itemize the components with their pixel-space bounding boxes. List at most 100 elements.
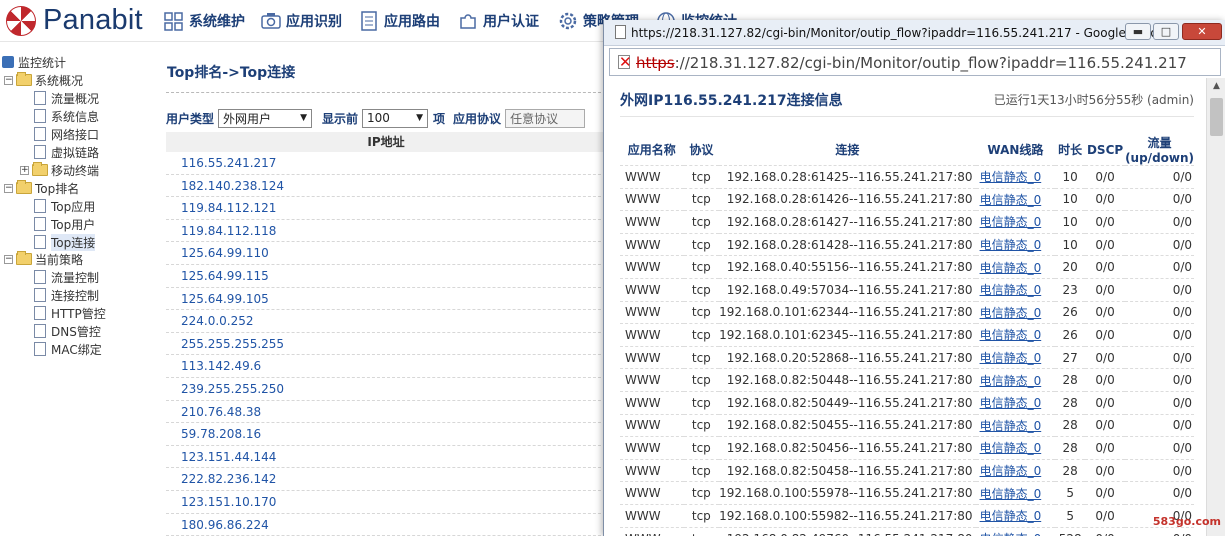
- tree-item-connection-control[interactable]: 连接控制: [34, 286, 99, 304]
- tree-item-top-users[interactable]: Top用户: [34, 215, 95, 233]
- minimize-button[interactable]: ▬: [1125, 23, 1151, 40]
- tree-label: Top排名: [35, 181, 80, 196]
- tree-group-current-policy[interactable]: − 当前策略: [4, 250, 83, 268]
- maximize-button[interactable]: □: [1153, 23, 1179, 40]
- cell-app-name: WWW: [620, 481, 684, 505]
- ip-link[interactable]: 123.151.10.170: [181, 495, 276, 509]
- tree-item-traffic-overview[interactable]: 流量概况: [34, 89, 99, 107]
- nav-system-maintenance[interactable]: 系统维护: [163, 9, 245, 33]
- nav-app-routing[interactable]: 应用路由: [358, 9, 440, 33]
- tree-label: Top用户: [51, 217, 96, 232]
- tree-root-monitoring[interactable]: 监控统计: [2, 53, 66, 71]
- item-label: 项: [433, 111, 446, 126]
- ip-link[interactable]: 239.255.255.250: [181, 382, 284, 396]
- cell-dscp: 0/0: [1085, 503, 1126, 527]
- collapse-icon[interactable]: −: [4, 254, 13, 264]
- cell-traffic: 0/0: [1125, 345, 1194, 369]
- ip-row: 222.82.236.142: [166, 468, 606, 491]
- tree-item-system-info[interactable]: 系统信息: [34, 107, 99, 125]
- insecure-x-icon: ✕: [619, 53, 632, 71]
- wan-line-link[interactable]: 电信静态_0: [975, 277, 1056, 302]
- ip-row: 123.151.10.170: [166, 491, 606, 514]
- ip-link[interactable]: 125.64.99.105: [181, 292, 269, 306]
- tree-label: DNS管控: [51, 324, 101, 339]
- ip-link[interactable]: 182.140.238.124: [181, 179, 284, 193]
- wan-line-link[interactable]: 电信静态_0: [975, 300, 1056, 324]
- tree-group-top-ranking[interactable]: − Top排名: [4, 179, 79, 197]
- collapse-icon[interactable]: −: [4, 183, 13, 193]
- vertical-scrollbar[interactable]: ▲: [1206, 78, 1225, 536]
- ip-link[interactable]: 119.84.112.118: [181, 224, 276, 238]
- nav-user-auth[interactable]: 用户认证: [457, 9, 539, 33]
- tree-group-mobile-terminal[interactable]: + 移动终端: [20, 161, 99, 179]
- show-top-select[interactable]: 100 ▼: [362, 108, 429, 128]
- wan-line-link[interactable]: 电信静态_0: [975, 345, 1056, 369]
- close-button[interactable]: ✕: [1182, 23, 1222, 40]
- ip-link[interactable]: 210.76.48.38: [181, 405, 261, 419]
- wan-line-link[interactable]: 电信静态_0: [975, 187, 1056, 211]
- protocol-input[interactable]: 任意协议: [505, 108, 586, 128]
- cell-protocol: tcp: [683, 526, 720, 536]
- cell-app-name: WWW: [620, 390, 684, 415]
- ip-row: 255.255.255.255: [166, 333, 606, 356]
- ip-link[interactable]: 222.82.236.142: [181, 472, 276, 486]
- cell-duration: 10: [1055, 210, 1086, 234]
- cell-connection: 192.168.0.49:57034--116.55.241.217:80: [719, 277, 976, 302]
- ip-link[interactable]: 180.96.86.224: [181, 518, 269, 532]
- user-type-label: 用户类型: [166, 111, 215, 126]
- tree-item-top-apps[interactable]: Top应用: [34, 197, 95, 215]
- wan-line-link[interactable]: 电信静态_0: [975, 390, 1056, 415]
- expand-icon[interactable]: +: [20, 165, 29, 175]
- scrollbar-thumb[interactable]: [1210, 98, 1223, 136]
- cell-app-name: WWW: [620, 345, 684, 369]
- nav-app-identification[interactable]: 应用识别: [260, 9, 342, 33]
- panabit-logo[interactable]: Panabit: [6, 4, 143, 37]
- tree-item-dns-control[interactable]: DNS管控: [34, 322, 101, 340]
- table-row: WWW tcp 192.168.0.20:52868--116.55.241.217…: [620, 345, 1194, 369]
- ip-link[interactable]: 116.55.241.217: [181, 156, 276, 170]
- tree-item-mac-binding[interactable]: MAC绑定: [34, 340, 102, 358]
- cell-protocol: tcp: [683, 277, 720, 302]
- ip-link[interactable]: 119.84.112.121: [181, 201, 276, 215]
- ip-link[interactable]: 113.142.49.6: [181, 359, 261, 373]
- cell-protocol: tcp: [683, 187, 720, 211]
- wan-line-link[interactable]: 电信静态_0: [975, 526, 1056, 536]
- wan-line-link[interactable]: 电信静态_0: [975, 323, 1056, 347]
- cell-connection: 192.168.0.28:61428--116.55.241.217:80: [719, 232, 976, 256]
- wan-line-link[interactable]: 电信静态_0: [975, 503, 1056, 527]
- ip-link[interactable]: 125.64.99.115: [181, 269, 269, 283]
- tree-item-virtual-link[interactable]: 虚拟链路: [34, 143, 99, 161]
- ip-row: 125.64.99.110: [166, 242, 606, 265]
- window-title: https://218.31.127.82/cgi-bin/Monitor/ou…: [631, 26, 1169, 40]
- address-bar[interactable]: ✕ https://218.31.127.82/cgi-bin/Monitor/…: [609, 48, 1221, 76]
- input-value: 任意协议: [510, 111, 559, 126]
- ip-link[interactable]: 224.0.0.252: [181, 314, 254, 328]
- collapse-icon[interactable]: −: [4, 75, 13, 85]
- tree-item-http-control[interactable]: HTTP管控: [34, 304, 106, 322]
- nav-label: 应用路由: [384, 14, 440, 30]
- tree-item-top-connections[interactable]: Top连接: [34, 233, 96, 251]
- tree-item-network-interface[interactable]: 网络接口: [34, 125, 99, 143]
- wan-line-link[interactable]: 电信静态_0: [975, 165, 1056, 189]
- wan-line-link[interactable]: 电信静态_0: [975, 368, 1056, 392]
- wan-line-link[interactable]: 电信静态_0: [975, 413, 1056, 437]
- tree-group-system-overview[interactable]: − 系统概况: [4, 71, 83, 89]
- cell-duration: 10: [1055, 165, 1086, 189]
- wan-line-link[interactable]: 电信静态_0: [975, 255, 1056, 279]
- url-text: https://218.31.127.82/cgi-bin/Monitor/ou…: [636, 54, 1187, 72]
- scroll-up-icon[interactable]: ▲: [1207, 78, 1225, 95]
- table-row: WWW tcp 192.168.0.28:61428--116.55.241.217…: [620, 232, 1194, 256]
- ip-link[interactable]: 255.255.255.255: [181, 337, 284, 351]
- tree-item-flow-control[interactable]: 流量控制: [34, 268, 99, 286]
- wan-line-link[interactable]: 电信静态_0: [975, 481, 1056, 505]
- ip-link[interactable]: 59.78.208.16: [181, 427, 261, 441]
- ip-link[interactable]: 123.151.44.144: [181, 450, 276, 464]
- wan-line-link[interactable]: 电信静态_0: [975, 458, 1056, 482]
- user-type-select[interactable]: 外网用户 ▼: [218, 108, 313, 128]
- wan-line-link[interactable]: 电信静态_0: [975, 436, 1056, 460]
- wan-line-link[interactable]: 电信静态_0: [975, 232, 1056, 256]
- table-row: WWW tcp 192.168.0.101:62345--116.55.241.21…: [620, 323, 1194, 347]
- wan-line-link[interactable]: 电信静态_0: [975, 210, 1056, 234]
- ip-link[interactable]: 125.64.99.110: [181, 246, 269, 260]
- cell-connection: 192.168.0.82:49760--116.55.241.217:80: [719, 526, 976, 536]
